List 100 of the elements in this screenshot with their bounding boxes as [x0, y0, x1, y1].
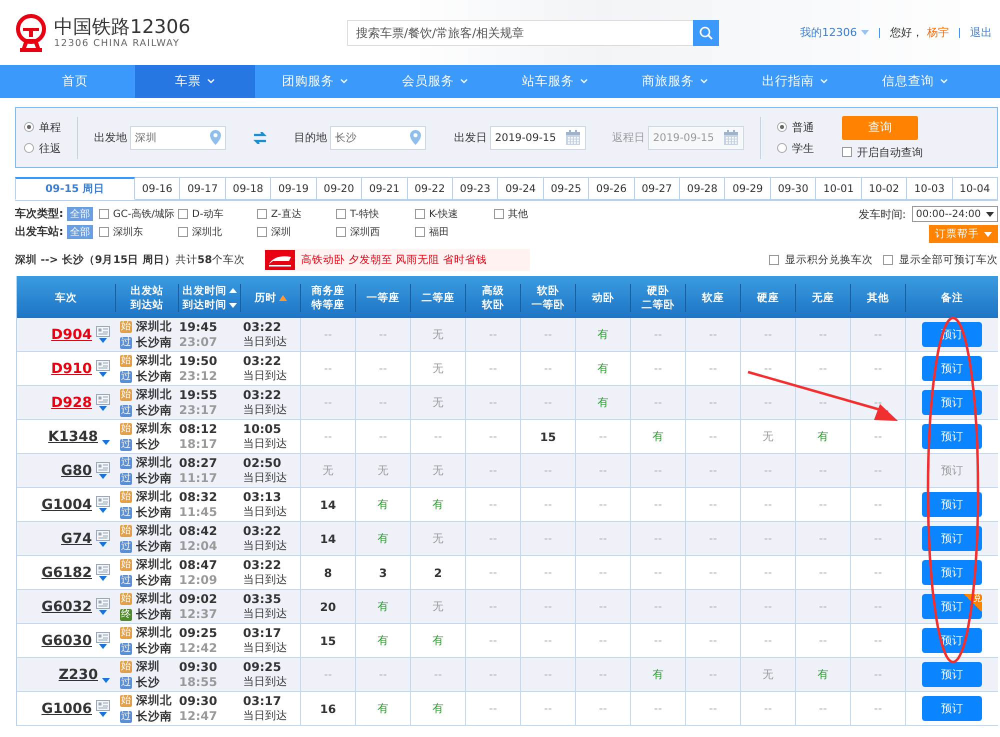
- nav-item[interactable]: 车票: [135, 65, 255, 98]
- passenger-type-radio[interactable]: 学生: [777, 140, 814, 156]
- date-tab[interactable]: 09-15 周日: [15, 177, 135, 200]
- logout-link[interactable]: 退出: [970, 25, 992, 40]
- filter-checkbox[interactable]: D-动车: [178, 206, 257, 220]
- book-button[interactable]: 预订: [922, 526, 982, 551]
- date-tab[interactable]: 09-23: [452, 177, 498, 200]
- date-tab[interactable]: 09-18: [226, 177, 272, 200]
- passenger-type-radio[interactable]: 普通: [777, 120, 814, 134]
- id-card-icon[interactable]: [96, 598, 110, 609]
- train-number-link[interactable]: Z230: [58, 666, 98, 682]
- location-pin-icon: [210, 130, 221, 145]
- date-tab[interactable]: 09-28: [680, 177, 726, 200]
- station-type-icon: 终: [120, 608, 132, 620]
- date-tab[interactable]: 09-24: [498, 177, 544, 200]
- filter-checkbox[interactable]: 其他: [494, 206, 573, 220]
- filter-checkbox[interactable]: 深圳: [257, 224, 336, 238]
- seat-availability: 有: [652, 429, 664, 444]
- arrival-station: 长沙南: [136, 573, 172, 588]
- filter-checkbox[interactable]: T-特快: [336, 206, 415, 220]
- trip-type-radio[interactable]: 往返: [24, 140, 61, 156]
- book-button: 预订: [922, 458, 982, 483]
- date-tab[interactable]: 09-22: [408, 177, 453, 200]
- id-card-icon[interactable]: [96, 326, 110, 337]
- date-tab[interactable]: 10-03: [907, 177, 953, 200]
- filter-checkbox[interactable]: Z-直达: [257, 206, 336, 220]
- date-tab[interactable]: 09-21: [362, 177, 408, 200]
- display-option-checkbox[interactable]: 显示全部可预订车次: [883, 253, 998, 267]
- search-field[interactable]: 搜索车票/餐饮/常旅客/相关规章: [347, 20, 693, 46]
- station-field[interactable]: 长沙: [330, 126, 426, 150]
- filter-checkbox[interactable]: 深圳北: [178, 224, 257, 238]
- date-tab[interactable]: 09-26: [589, 177, 635, 200]
- trip-type-radio[interactable]: 单程: [24, 120, 61, 134]
- date-tab[interactable]: 09-17: [180, 177, 226, 200]
- filter-checkbox[interactable]: 深圳东: [99, 224, 178, 238]
- train-number-link[interactable]: D910: [51, 360, 92, 376]
- book-button[interactable]: 预订: [922, 424, 982, 449]
- swap-icon[interactable]: [252, 132, 268, 144]
- id-card-icon[interactable]: [96, 496, 110, 507]
- id-card-icon[interactable]: [96, 700, 110, 711]
- my-account-link[interactable]: 我的12306: [800, 25, 857, 40]
- date-tab[interactable]: 10-04: [952, 177, 998, 200]
- train-number-link[interactable]: G1004: [42, 496, 92, 512]
- column-header: 一等座: [366, 291, 400, 305]
- train-number-link[interactable]: G1006: [42, 700, 92, 716]
- seat-availability: --: [709, 396, 717, 409]
- id-card-icon[interactable]: [96, 530, 110, 541]
- train-number-link[interactable]: K1348: [48, 428, 98, 444]
- id-card-icon[interactable]: [96, 632, 110, 643]
- seat-availability: 14: [320, 498, 336, 512]
- station-type-icon: 始: [120, 660, 132, 672]
- train-number-link[interactable]: D904: [51, 326, 92, 342]
- train-number-link[interactable]: G80: [61, 462, 92, 478]
- date-tab[interactable]: 09-29: [725, 177, 771, 200]
- date-field[interactable]: 2019-09-15: [490, 126, 586, 150]
- column-header[interactable]: 出发时间 到达时间: [182, 284, 226, 312]
- book-button[interactable]: 预订: [922, 356, 982, 381]
- date-tab[interactable]: 09-19: [271, 177, 317, 200]
- auto-query-checkbox[interactable]: 开启自动查询: [842, 144, 923, 160]
- date-tab[interactable]: 09-20: [316, 177, 362, 200]
- filter-checkbox[interactable]: 深圳西: [336, 224, 415, 238]
- sort-up-icon[interactable]: [278, 295, 286, 301]
- departure-time: 08:12: [179, 422, 218, 436]
- seat-availability: --: [324, 362, 332, 375]
- id-card-icon[interactable]: [96, 360, 110, 371]
- train-number-link[interactable]: G6030: [42, 632, 92, 648]
- filter-checkbox[interactable]: GC-高铁/城际: [99, 206, 178, 220]
- train-number-link[interactable]: G6182: [42, 564, 92, 580]
- duration: 03:17: [243, 694, 282, 708]
- search-button[interactable]: [693, 20, 719, 46]
- duration: 03:22: [243, 524, 282, 538]
- sort-icon[interactable]: [228, 287, 236, 309]
- id-card-icon[interactable]: [96, 394, 110, 405]
- date-tab[interactable]: 09-25: [544, 177, 590, 200]
- filter-checkbox[interactable]: 福田: [415, 224, 494, 238]
- date-tab[interactable]: 09-30: [770, 177, 816, 200]
- book-button[interactable]: 预订: [922, 560, 982, 585]
- book-button[interactable]: 预订: [922, 662, 982, 687]
- station-field[interactable]: 深圳: [130, 126, 226, 150]
- arrival-day: 当日到达: [243, 539, 287, 553]
- book-button[interactable]: 预订: [922, 390, 982, 415]
- date-tab[interactable]: 10-02: [862, 177, 908, 200]
- column-header[interactable]: 历时: [254, 291, 276, 305]
- time-select[interactable]: 00:00--24:00: [912, 206, 998, 222]
- date-tab[interactable]: 09-27: [634, 177, 680, 200]
- date-tab[interactable]: 10-01: [816, 177, 862, 200]
- book-button[interactable]: 预订: [922, 492, 982, 517]
- seat-availability: --: [819, 600, 827, 613]
- train-number-link[interactable]: G74: [61, 530, 92, 546]
- date-tab[interactable]: 09-16: [135, 177, 180, 200]
- display-option-checkbox[interactable]: 显示积分兑换车次: [769, 253, 873, 267]
- seat-availability: 无: [762, 429, 774, 444]
- filter-checkbox[interactable]: K-快速: [415, 206, 494, 220]
- train-number-link[interactable]: D928: [51, 394, 92, 410]
- book-button[interactable]: 预订: [922, 696, 982, 721]
- id-card-icon[interactable]: [96, 564, 110, 575]
- train-number-link[interactable]: G6032: [42, 598, 92, 614]
- id-card-icon[interactable]: [96, 462, 110, 473]
- book-button[interactable]: 预订 兑: [922, 594, 982, 619]
- seat-availability: --: [379, 328, 387, 341]
